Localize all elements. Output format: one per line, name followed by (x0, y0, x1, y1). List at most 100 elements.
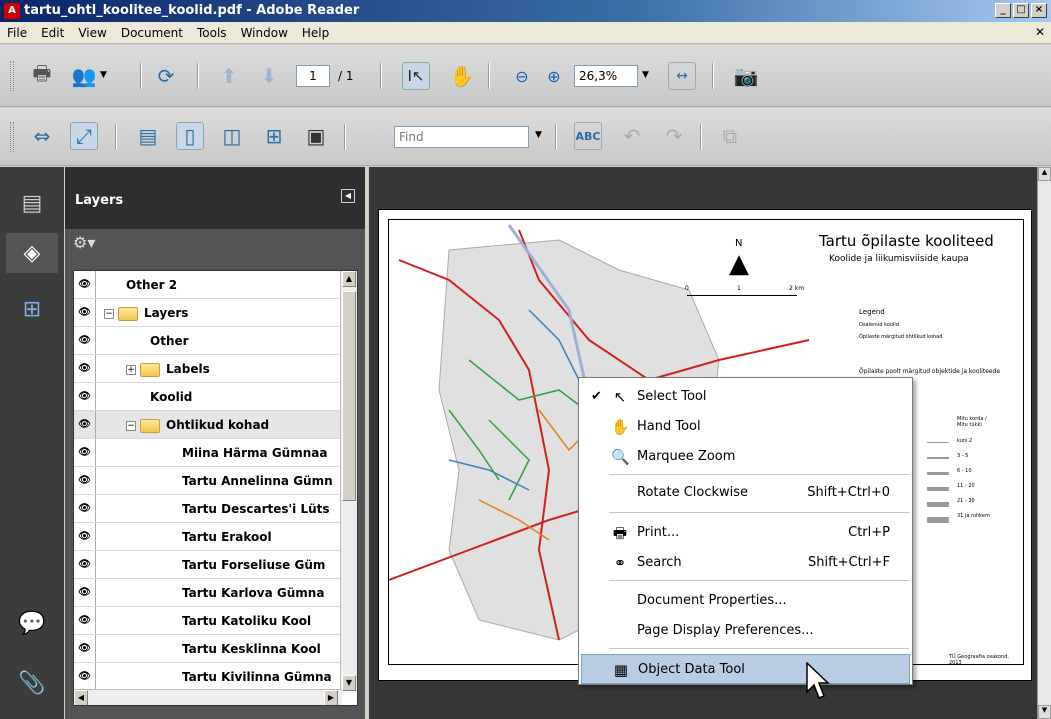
single-page-continuous-icon[interactable]: ▯ (176, 122, 204, 150)
previous-page-icon[interactable]: ⬆ (215, 62, 243, 90)
menu-item-object-data-tool[interactable]: ▦ Object Data Tool (581, 654, 910, 684)
layer-row[interactable]: 👁 Koolid (74, 383, 342, 411)
visibility-eye-icon[interactable]: 👁 (74, 327, 96, 354)
collapse-icon[interactable]: − (104, 308, 114, 319)
visibility-eye-icon[interactable]: 👁 (74, 299, 96, 326)
full-screen-icon[interactable]: ▣ (302, 122, 330, 150)
menu-item-rotate-clockwise[interactable]: Rotate Clockwise Shift+Ctrl+0 (581, 478, 910, 508)
find-dropdown-icon[interactable]: ▼ (535, 130, 542, 140)
single-page-icon[interactable]: ▤ (134, 122, 162, 150)
two-up-icon[interactable]: ◫ (218, 122, 246, 150)
zoom-level-input[interactable]: 26,3% (574, 65, 638, 87)
context-menu: ✔ ↖ Select Tool ✋ Hand Tool 🔍 Marquee Zoom Rota… (578, 377, 913, 685)
menu-item-print[interactable]: 🖶 Print... Ctrl+P (581, 518, 910, 548)
select-tool-icon[interactable]: I↖ (402, 62, 430, 90)
zoom-dropdown-icon[interactable]: ▼ (642, 70, 649, 80)
collapse-panel-icon[interactable]: ◀ (341, 189, 355, 203)
layer-row[interactable]: 👁 Other (74, 327, 342, 355)
collaborate-dropdown-icon[interactable]: ▼ (100, 70, 107, 80)
two-up-continuous-icon[interactable]: ⊞ (260, 122, 288, 150)
doc-scroll-up-icon[interactable]: ▲ (1038, 167, 1051, 181)
layer-row[interactable]: 👁 Tartu Kivilinna Gümna (74, 663, 342, 691)
layer-row[interactable]: 👁 Tartu Descartes'i Lüts (74, 495, 342, 523)
layer-row[interactable]: 👁 Other 2 (74, 271, 342, 299)
visibility-eye-icon[interactable]: 👁 (74, 439, 96, 466)
scroll-right-icon[interactable]: ▶ (324, 690, 338, 705)
layer-row[interactable]: 👁 Tartu Forseliuse Güm (74, 551, 342, 579)
layer-row[interactable]: 👁 Tartu Annelinna Gümn (74, 467, 342, 495)
fit-width-icon[interactable]: ↔ (668, 62, 696, 90)
fit-page-icon[interactable]: ⤢ (70, 122, 98, 150)
layer-row[interactable]: 👁 Tartu Katoliku Kool (74, 607, 342, 635)
layer-row[interactable]: 👁 Tartu Karlova Gümna (74, 579, 342, 607)
close-button[interactable]: × (1031, 3, 1047, 18)
menu-view[interactable]: View (71, 22, 113, 44)
redo-icon[interactable]: ↷ (660, 122, 688, 150)
layer-row[interactable]: 👁 − Ohtlikud kohad (74, 411, 342, 439)
menu-document[interactable]: Document (114, 22, 190, 44)
attachments-icon[interactable]: 📎 (12, 663, 52, 703)
print-icon[interactable]: 🖶 (28, 61, 56, 90)
menu-edit[interactable]: Edit (34, 22, 71, 44)
next-page-icon[interactable]: ⬇ (255, 62, 283, 90)
scroll-up-icon[interactable]: ▲ (342, 271, 356, 287)
maximize-button[interactable]: □ (1013, 3, 1029, 18)
menu-item-document-properties[interactable]: Document Properties... (581, 586, 910, 616)
menu-tools[interactable]: Tools (190, 22, 234, 44)
menu-item-marquee-zoom[interactable]: 🔍 Marquee Zoom (581, 442, 910, 472)
expand-icon[interactable]: + (126, 364, 136, 375)
layer-row[interactable]: 👁 Miina Härma Gümnaa (74, 439, 342, 467)
scroll-thumb[interactable] (342, 291, 356, 501)
layer-row[interactable]: 👁 Tartu Erakool (74, 523, 342, 551)
spell-check-icon[interactable]: ABC (574, 122, 602, 150)
zoom-in-icon[interactable]: ⊕ (540, 62, 568, 90)
minimize-button[interactable]: _ (995, 3, 1011, 18)
model-tree-icon[interactable]: ⊞ (12, 289, 52, 329)
web-share-icon[interactable]: ⟳ (152, 62, 180, 90)
menu-item-page-display-preferences[interactable]: Page Display Preferences... (581, 616, 910, 646)
page-number-input[interactable]: 1 (296, 65, 330, 87)
visibility-eye-icon[interactable]: 👁 (74, 635, 96, 662)
scroll-left-icon[interactable]: ◀ (74, 690, 88, 705)
visibility-eye-icon[interactable]: 👁 (74, 495, 96, 522)
visibility-eye-icon[interactable]: 👁 (74, 467, 96, 494)
layer-row[interactable]: 👁 + Labels (74, 355, 342, 383)
find-input[interactable]: Find (394, 126, 529, 148)
layers-icon[interactable]: ◈ (6, 233, 58, 273)
document-vscroll[interactable]: ▲ ▼ (1037, 167, 1051, 719)
snapshot-icon[interactable]: 📷 (732, 62, 760, 90)
layer-tree-vscroll[interactable]: ▲ ▼ (340, 271, 357, 691)
visibility-eye-icon[interactable]: 👁 (74, 579, 96, 606)
menu-window[interactable]: Window (234, 22, 295, 44)
hand-tool-icon[interactable]: ✋ (448, 62, 476, 90)
comments-icon[interactable]: 💬 (12, 603, 52, 643)
copy-icon[interactable]: ⧉ (716, 122, 744, 150)
undo-icon[interactable]: ↶ (618, 122, 646, 150)
menu-help[interactable]: Help (295, 22, 336, 44)
visibility-eye-icon[interactable]: 👁 (74, 271, 96, 298)
visibility-eye-icon[interactable]: 👁 (74, 411, 96, 438)
visibility-eye-icon[interactable]: 👁 (74, 607, 96, 634)
visibility-eye-icon[interactable]: 👁 (74, 663, 96, 690)
visibility-eye-icon[interactable]: 👁 (74, 551, 96, 578)
doc-scroll-down-icon[interactable]: ▼ (1038, 705, 1051, 719)
scroll-down-icon[interactable]: ▼ (342, 675, 356, 691)
menu-file[interactable]: File (0, 22, 34, 44)
zoom-out-icon[interactable]: ⊖ (508, 62, 536, 90)
collaborate-icon[interactable]: 👥 (70, 62, 98, 90)
collapse-icon[interactable]: − (126, 420, 136, 431)
fit-page-width-icon[interactable]: ⇔ (28, 122, 56, 150)
layer-tree-hscroll[interactable]: ◀ ▶ (74, 689, 342, 705)
menu-item-search[interactable]: ⚭ Search Shift+Ctrl+F (581, 548, 910, 578)
visibility-eye-icon[interactable]: 👁 (74, 523, 96, 550)
options-gear-icon[interactable]: ⚙▾ (73, 233, 95, 252)
visibility-eye-icon[interactable]: 👁 (74, 355, 96, 382)
pages-icon[interactable]: ▤ (12, 183, 52, 223)
menu-item-select-tool[interactable]: ✔ ↖ Select Tool (581, 382, 910, 412)
layer-row[interactable]: 👁 Tartu Kesklinna Kool (74, 635, 342, 663)
visibility-eye-icon[interactable]: 👁 (74, 383, 96, 410)
layer-row[interactable]: 👁 − Layers (74, 299, 342, 327)
close-document-icon[interactable]: ✕ (1035, 25, 1045, 39)
printer-icon: 🖶 (612, 524, 628, 542)
menu-item-hand-tool[interactable]: ✋ Hand Tool (581, 412, 910, 442)
